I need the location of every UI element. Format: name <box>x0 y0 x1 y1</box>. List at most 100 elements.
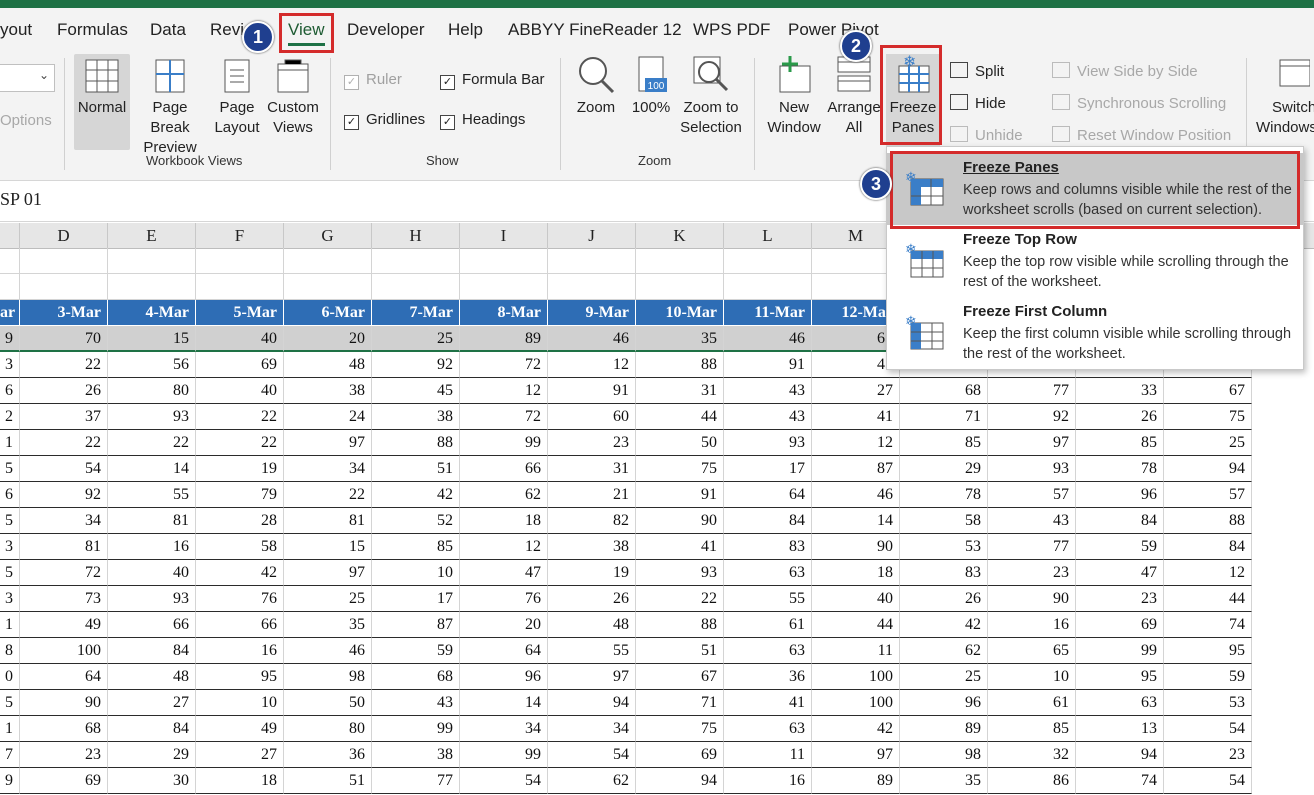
cell[interactable]: 18 <box>196 768 284 794</box>
cell[interactable]: 34 <box>460 716 548 742</box>
cell[interactable]: 6 <box>0 482 20 508</box>
cell[interactable]: 19 <box>548 560 636 586</box>
cell[interactable]: 47 <box>460 560 548 586</box>
cell[interactable]: 18 <box>812 560 900 586</box>
cell[interactable]: 66 <box>108 612 196 638</box>
cell[interactable]: 59 <box>1164 664 1252 690</box>
cell[interactable]: 64 <box>460 638 548 664</box>
cell[interactable]: 18 <box>460 508 548 534</box>
cell[interactable]: 59 <box>372 638 460 664</box>
cell[interactable]: 31 <box>636 378 724 404</box>
cell[interactable]: 54 <box>20 456 108 482</box>
column-header[interactable]: K <box>636 223 724 248</box>
cell[interactable]: 22 <box>108 430 196 456</box>
cell[interactable]: 90 <box>20 690 108 716</box>
cell[interactable] <box>108 274 196 300</box>
cell[interactable]: 100 <box>20 638 108 664</box>
menu-item-freeze-first-column[interactable]: ❄ Freeze First Column Keep the first col… <box>887 297 1303 369</box>
cell[interactable]: 66 <box>196 612 284 638</box>
cell[interactable]: 40 <box>812 586 900 612</box>
cell[interactable]: 64 <box>20 664 108 690</box>
column-header[interactable]: G <box>284 223 372 248</box>
cell[interactable]: 23 <box>548 430 636 456</box>
cell[interactable]: 48 <box>108 664 196 690</box>
cell[interactable]: 60 <box>548 404 636 430</box>
zoom-to-selection-button[interactable]: Zoom to Selection <box>676 54 746 138</box>
cell[interactable] <box>284 248 372 274</box>
cell[interactable]: 49 <box>196 716 284 742</box>
cell[interactable]: 92 <box>372 352 460 378</box>
cell[interactable]: 75 <box>636 716 724 742</box>
cell[interactable]: 36 <box>724 664 812 690</box>
cell[interactable]: 76 <box>196 586 284 612</box>
cell[interactable]: 22 <box>196 404 284 430</box>
cell[interactable]: 62 <box>548 768 636 794</box>
unhide-button[interactable]: Unhide <box>950 126 1023 144</box>
cell[interactable]: 78 <box>1076 456 1164 482</box>
cell[interactable]: 70 <box>20 326 108 352</box>
cell[interactable]: 90 <box>812 534 900 560</box>
cell[interactable]: 25 <box>372 326 460 352</box>
cell[interactable]: 34 <box>284 456 372 482</box>
cell[interactable]: 16 <box>988 612 1076 638</box>
cell[interactable]: 46 <box>548 326 636 352</box>
cell[interactable]: 15 <box>108 326 196 352</box>
cell[interactable]: 62 <box>460 482 548 508</box>
cell[interactable]: 20 <box>284 326 372 352</box>
cell[interactable]: 48 <box>284 352 372 378</box>
cell[interactable]: 78 <box>900 482 988 508</box>
cell[interactable]: 27 <box>108 690 196 716</box>
cell[interactable]: 83 <box>900 560 988 586</box>
cell[interactable] <box>372 248 460 274</box>
cell[interactable] <box>548 274 636 300</box>
cell[interactable]: 54 <box>548 742 636 768</box>
cell[interactable]: 98 <box>900 742 988 768</box>
zoom-100-button[interactable]: 100 100% <box>630 54 672 118</box>
cell[interactable]: 96 <box>1076 482 1164 508</box>
column-header[interactable]: E <box>108 223 196 248</box>
hide-button[interactable]: Hide <box>950 94 1006 112</box>
cell[interactable]: 34 <box>548 716 636 742</box>
cell[interactable]: 84 <box>1076 508 1164 534</box>
cell[interactable]: 64 <box>724 482 812 508</box>
cell[interactable]: 12 <box>460 534 548 560</box>
cell[interactable]: 29 <box>900 456 988 482</box>
tab-formulas[interactable]: Formulas <box>57 20 128 40</box>
arrange-all-button[interactable]: Arrange All <box>826 54 882 138</box>
column-header[interactable]: I <box>460 223 548 248</box>
cell[interactable]: 35 <box>636 326 724 352</box>
cell[interactable]: 23 <box>20 742 108 768</box>
cell[interactable]: 85 <box>988 716 1076 742</box>
cell[interactable]: 55 <box>108 482 196 508</box>
cell[interactable]: 93 <box>724 430 812 456</box>
cell[interactable]: 26 <box>548 586 636 612</box>
column-header[interactable]: J <box>548 223 636 248</box>
split-button[interactable]: Split <box>950 62 1004 80</box>
cell[interactable]: 81 <box>284 508 372 534</box>
tab-wps-pdf[interactable]: WPS PDF <box>693 20 770 40</box>
synchronous-scrolling-button[interactable]: Synchronous Scrolling <box>1052 94 1226 112</box>
cell[interactable]: 87 <box>372 612 460 638</box>
cell[interactable]: 28 <box>196 508 284 534</box>
tab-data[interactable]: Data <box>150 20 186 40</box>
cell[interactable]: 93 <box>988 456 1076 482</box>
cell[interactable]: 99 <box>460 430 548 456</box>
cell[interactable]: 11 <box>812 638 900 664</box>
cell[interactable]: 16 <box>724 768 812 794</box>
cell[interactable]: 1 <box>0 716 20 742</box>
cell[interactable]: 67 <box>1164 378 1252 404</box>
cell[interactable]: 52 <box>372 508 460 534</box>
cell[interactable]: 63 <box>724 716 812 742</box>
cell[interactable]: 97 <box>988 430 1076 456</box>
ruler-checkbox[interactable]: ✓ Ruler <box>344 71 402 90</box>
cell[interactable] <box>20 274 108 300</box>
cell[interactable]: 9 <box>0 326 20 352</box>
cell[interactable]: 35 <box>900 768 988 794</box>
cell[interactable]: 5 <box>0 560 20 586</box>
cell[interactable]: 99 <box>1076 638 1164 664</box>
cell[interactable]: 55 <box>724 586 812 612</box>
cell[interactable]: 85 <box>372 534 460 560</box>
cell[interactable]: 44 <box>812 612 900 638</box>
cell[interactable]: 85 <box>1076 430 1164 456</box>
cell[interactable]: 14 <box>108 456 196 482</box>
